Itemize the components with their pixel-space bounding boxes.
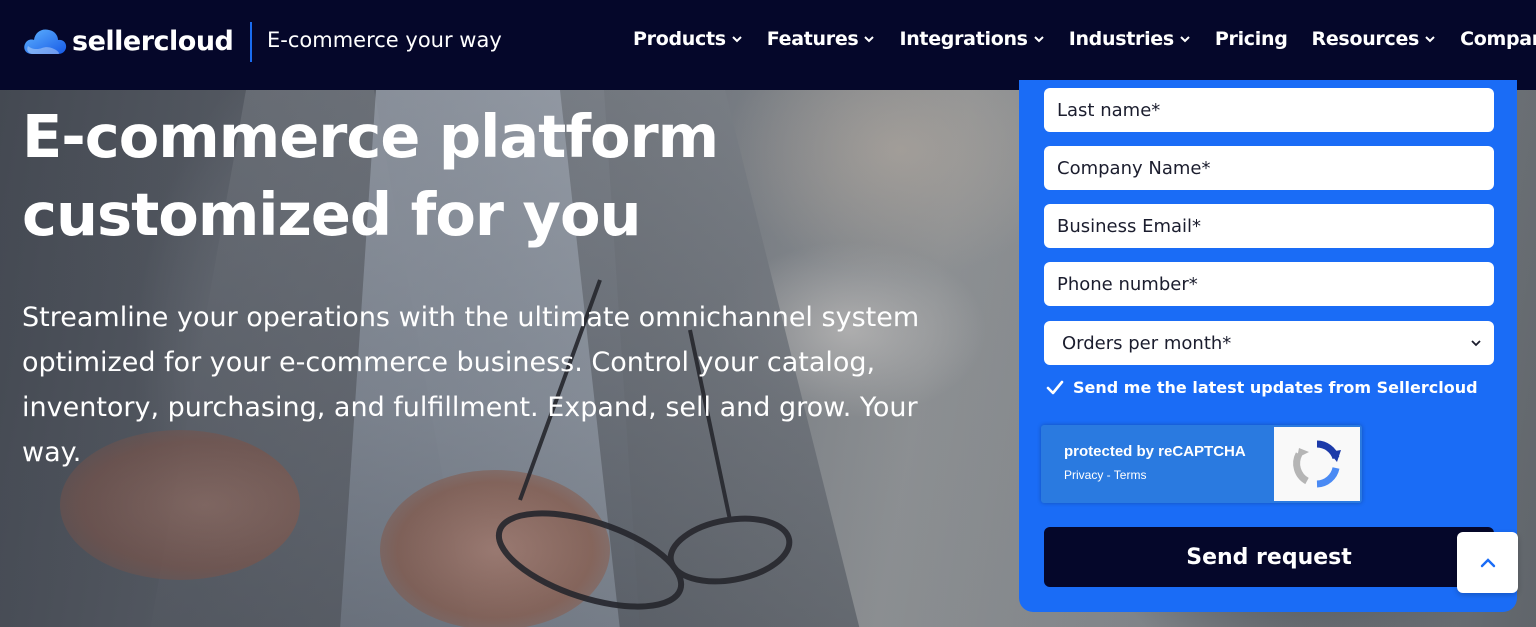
orders-per-month-select[interactable]: Orders per month* (1044, 321, 1494, 365)
nav-item-features[interactable]: Features (767, 28, 876, 50)
nav-item-label: Integrations (899, 28, 1028, 50)
logo-divider (250, 22, 252, 62)
send-request-button[interactable]: Send request (1044, 527, 1494, 587)
recaptcha-privacy-terms-links[interactable]: Privacy - Terms (1064, 468, 1246, 482)
chevron-down-icon (1471, 340, 1481, 347)
recaptcha-title: protected by reCAPTCHA (1064, 443, 1246, 460)
main-nav: Products Features Integrations Industrie… (633, 28, 1536, 50)
chevron-down-icon (1033, 36, 1044, 43)
consent-label: Send me the latest updates from Sellercl… (1073, 378, 1478, 397)
business-email-field[interactable] (1044, 204, 1494, 248)
hero-title: E-commerce platform customized for you (22, 98, 782, 254)
checkmark-icon (1046, 380, 1064, 394)
nav-item-products[interactable]: Products (633, 28, 743, 50)
nav-item-label: Pricing (1214, 28, 1288, 50)
phone-number-field[interactable] (1044, 262, 1494, 306)
chevron-down-icon (864, 36, 875, 43)
nav-item-resources[interactable]: Resources (1312, 28, 1437, 50)
hero-title-line-2: customized for you (22, 180, 641, 249)
nav-item-pricing[interactable]: Pricing (1215, 28, 1288, 50)
nav-item-company[interactable]: Company (1460, 28, 1536, 50)
chevron-down-icon (1425, 36, 1435, 43)
header-tagline: E-commerce your way (267, 28, 502, 52)
sellercloud-logo[interactable]: sellercloud (22, 24, 234, 58)
scroll-to-top-button[interactable] (1457, 532, 1518, 593)
recaptcha-logo-box (1274, 427, 1360, 501)
chevron-down-icon (1180, 36, 1190, 43)
nav-item-label: Company (1460, 28, 1536, 50)
nav-item-integrations[interactable]: Integrations (899, 28, 1044, 50)
hero-subtitle: Streamline your operations with the ulti… (22, 302, 920, 468)
chevron-down-icon (732, 36, 742, 43)
recaptcha-logo-icon (1293, 440, 1341, 488)
last-name-field[interactable] (1044, 88, 1494, 132)
company-name-field[interactable] (1044, 146, 1494, 190)
orders-per-month-value: Orders per month* (1062, 332, 1232, 354)
updates-consent-checkbox[interactable]: Send me the latest updates from Sellercl… (1046, 378, 1478, 397)
nav-item-label: Industries (1068, 28, 1175, 50)
recaptcha-badge[interactable]: protected by reCAPTCHA Privacy - Terms (1041, 425, 1362, 503)
nav-item-label: Resources (1311, 28, 1420, 50)
top-navigation-bar: sellercloud E-commerce your way Products… (0, 0, 1536, 90)
chevron-up-icon (1480, 557, 1495, 567)
logo-text: sellercloud (72, 25, 234, 57)
cloud-logo-icon (24, 29, 67, 54)
nav-item-label: Products (633, 28, 726, 50)
hero-title-line-1: E-commerce platform (22, 102, 719, 171)
nav-item-label: Features (766, 28, 859, 50)
recaptcha-text: protected by reCAPTCHA Privacy - Terms (1064, 443, 1246, 482)
nav-item-industries[interactable]: Industries (1069, 28, 1191, 50)
